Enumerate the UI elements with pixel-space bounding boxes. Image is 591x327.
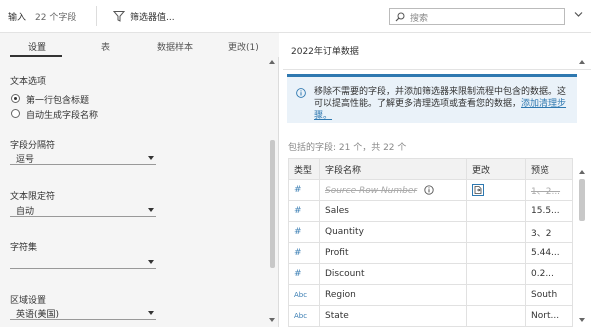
field-name: State (319, 305, 467, 327)
left-scrollbar-thumb[interactable] (270, 140, 275, 268)
table-header: 类型 字段名称 更改 预览 (288, 158, 573, 180)
preview-cell: 1、2... (525, 179, 573, 201)
change-cell (466, 305, 526, 327)
tab-table[interactable]: 表 (101, 40, 110, 53)
field-name: Sales (319, 200, 467, 222)
locale-value: 英语(美国) (16, 310, 60, 320)
radio-first-row-label: 第一行包含标题 (26, 96, 90, 106)
field-name: Source Row Number (325, 185, 418, 196)
field-name: Profit (319, 242, 467, 264)
toolbar: 输入 22 个字段 筛选器值... 搜索 (0, 0, 591, 33)
type-number-icon: # (288, 179, 320, 201)
search-placeholder: 搜索 (410, 14, 429, 24)
col-preview[interactable]: 预览 (525, 158, 573, 180)
change-cell (466, 263, 526, 285)
input-label: 输入 (8, 13, 27, 23)
filter-button[interactable]: 筛选器值... (130, 10, 175, 23)
field-separator-select[interactable]: 逗号 (10, 150, 156, 165)
info-icon (296, 88, 306, 98)
field-name: Quantity (319, 221, 467, 243)
charset-select[interactable] (10, 254, 156, 269)
text-qualifier-value: 自动 (16, 207, 35, 217)
info-banner: 移除不需要的字段，并添加筛选器来限制流程中包含的数据。这可以提高性能。了解更多清… (287, 74, 577, 123)
col-type[interactable]: 类型 (288, 158, 320, 180)
removed-field-icon[interactable] (472, 183, 484, 196)
fields-count: 包括的字段: 21 个，共 22 个 (288, 143, 407, 153)
preview-cell: South (525, 284, 573, 306)
preview-cell: 5.44... (525, 242, 573, 264)
scroll-up-icon[interactable] (269, 60, 275, 64)
field-count: 22 个字段 (35, 13, 77, 23)
preview-cell: Nort... (525, 305, 573, 327)
preview-cell: 3、2 (525, 221, 573, 243)
tab-data-sample[interactable]: 数据样本 (157, 40, 193, 53)
scroll-up-icon[interactable] (579, 170, 585, 174)
table-row[interactable]: # Source Row Number 1、2... (288, 179, 573, 201)
title-divider (283, 69, 591, 70)
type-number-icon: # (288, 263, 320, 285)
fields-panel: 2022年订单数据 移除不需要的字段，并添加筛选器来限制流程中包含的数据。这可以… (283, 33, 591, 327)
tab-changes[interactable]: 更改(1) (228, 40, 259, 53)
caret-down-icon (148, 208, 154, 212)
scroll-up-icon[interactable] (579, 60, 585, 64)
type-string-icon: Abc (288, 305, 320, 327)
caret-down-icon (148, 260, 154, 264)
field-name-cell: Source Row Number (319, 179, 467, 201)
type-number-icon: # (288, 242, 320, 264)
preview-cell: 15.5... (525, 200, 573, 222)
filter-icon[interactable] (113, 10, 125, 22)
search-input[interactable]: 搜索 (389, 8, 565, 25)
field-name: Region (319, 284, 467, 306)
col-name[interactable]: 字段名称 (319, 158, 467, 180)
type-string-icon: Abc (288, 284, 320, 306)
table-row[interactable]: # Sales 15.5... (288, 200, 573, 222)
change-cell (466, 284, 526, 306)
text-qualifier-label: 文本限定符 (10, 192, 56, 202)
right-scrollbar-thumb[interactable] (579, 179, 585, 221)
radio-auto-names-label: 自动生成字段名称 (26, 111, 99, 121)
settings-panel: 设置 表 数据样本 更改(1) 文本选项 第一行包含标题 自动生成字段名称 字段… (0, 33, 279, 327)
change-cell (466, 200, 526, 222)
col-change[interactable]: 更改 (466, 158, 526, 180)
text-options-title: 文本选项 (10, 77, 47, 87)
table-row[interactable]: # Profit 5.44... (288, 242, 573, 264)
charset-label: 字符集 (10, 243, 38, 253)
tab-settings[interactable]: 设置 (28, 40, 46, 53)
text-qualifier-select[interactable]: 自动 (10, 202, 156, 217)
type-number-icon: # (288, 221, 320, 243)
field-name: Discount (319, 263, 467, 285)
search-icon (395, 12, 405, 22)
radio-auto-names[interactable] (11, 109, 20, 118)
toolbar-divider (96, 6, 97, 26)
active-tab-indicator (10, 55, 62, 57)
change-cell (466, 179, 526, 201)
radio-first-row[interactable] (11, 94, 20, 103)
info-text: 移除不需要的字段，并添加筛选器来限制流程中包含的数据。这可以提高性能。了解更多清… (314, 87, 567, 121)
scroll-down-icon[interactable] (269, 318, 275, 322)
change-cell (466, 242, 526, 264)
fields-table: 类型 字段名称 更改 预览 # Source Row Number 1、2...… (288, 158, 573, 327)
info-icon[interactable] (424, 184, 434, 195)
tab-bar: 设置 表 数据样本 更改(1) (0, 33, 279, 57)
locale-select[interactable]: 英语(美国) (10, 305, 156, 320)
chevron-down-icon[interactable] (574, 11, 583, 18)
field-separator-value: 逗号 (16, 155, 35, 165)
table-row[interactable]: # Quantity 3、2 (288, 221, 573, 243)
caret-down-icon (148, 156, 154, 160)
table-row[interactable]: Abc State Nort... (288, 305, 573, 327)
caret-down-icon (148, 311, 154, 315)
change-cell (466, 221, 526, 243)
table-row[interactable]: # Discount 0.2... (288, 263, 573, 285)
type-number-icon: # (288, 200, 320, 222)
step-title: 2022年订单数据 (291, 47, 359, 57)
preview-cell: 0.2... (525, 263, 573, 285)
table-row[interactable]: Abc Region South (288, 284, 573, 306)
scroll-down-icon[interactable] (579, 318, 585, 322)
